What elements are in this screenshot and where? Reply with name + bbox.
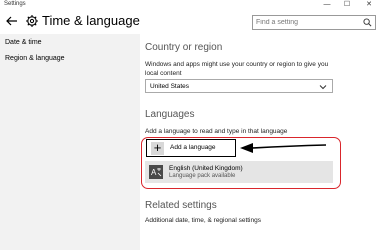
search-box[interactable] — [252, 15, 376, 30]
search-input[interactable] — [256, 16, 360, 29]
country-selected-value: United States — [150, 83, 190, 90]
svg-text:A: A — [151, 168, 157, 177]
sidebar-item-region-language[interactable]: Region & language — [5, 55, 65, 62]
main-content: Country or region Windows and apps might… — [140, 34, 380, 250]
languages-heading: Languages — [145, 109, 195, 120]
country-dropdown[interactable]: United States — [145, 79, 333, 93]
gear-icon — [26, 15, 38, 27]
language-name: English (United Kingdom) — [169, 165, 243, 172]
title-bar: Settings — ☐ ✕ — [0, 0, 380, 10]
minimize-button[interactable]: — — [320, 0, 334, 10]
maximize-button[interactable]: ☐ — [340, 0, 354, 10]
country-description: Windows and apps might use your country … — [145, 61, 329, 77]
language-icon: A — [149, 165, 163, 179]
search-icon[interactable] — [363, 18, 372, 27]
close-button[interactable]: ✕ — [362, 0, 376, 10]
language-status: Language pack available — [169, 173, 236, 179]
pointer-arrow-icon — [240, 143, 327, 153]
sidebar-item-date-time[interactable]: Date & time — [5, 39, 42, 46]
related-settings-link[interactable]: Additional date, time, & regional settin… — [145, 216, 261, 225]
add-language-label: Add a language — [170, 144, 216, 151]
window-title: Settings — [4, 1, 26, 7]
add-language-button[interactable]: + Add a language — [146, 139, 236, 157]
plus-icon: + — [151, 140, 164, 155]
languages-description: Add a language to read and type in that … — [145, 128, 288, 135]
chevron-down-icon — [319, 85, 327, 90]
sidebar: Date & time Region & language — [0, 34, 140, 250]
country-heading: Country or region — [145, 42, 223, 53]
back-arrow-icon[interactable] — [5, 14, 19, 28]
related-settings-heading: Related settings — [145, 200, 217, 211]
page-title: Time & language — [42, 13, 140, 28]
language-item-english-uk[interactable]: A English (United Kingdom) Language pack… — [145, 161, 333, 183]
header: Time & language — [0, 10, 380, 34]
